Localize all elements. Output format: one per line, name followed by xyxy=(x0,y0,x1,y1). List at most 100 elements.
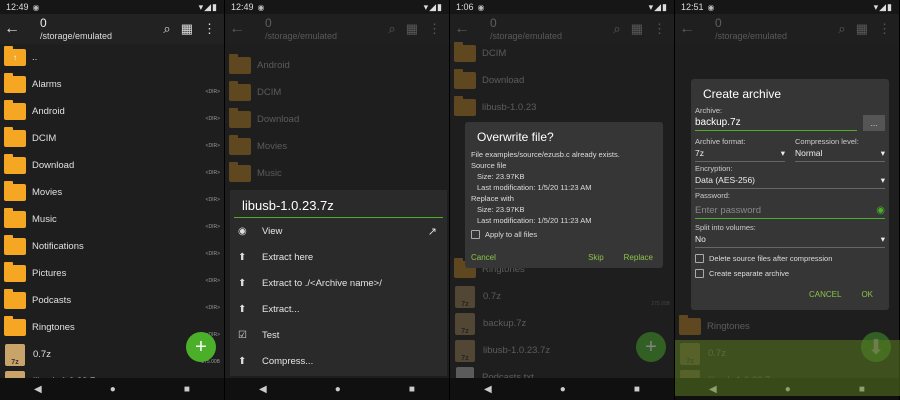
list-item[interactable]: Download xyxy=(225,106,449,133)
separate-archive-checkbox[interactable]: Create separate archive xyxy=(695,269,885,278)
list-item[interactable]: Movies <DIR> xyxy=(0,179,224,206)
nav-recents-icon[interactable]: ■ xyxy=(409,384,415,395)
back-arrow-icon[interactable]: ← xyxy=(454,20,476,38)
archive-name-input[interactable]: backup.7z xyxy=(695,115,857,131)
sheet-item-label: View xyxy=(262,225,283,237)
list-item[interactable]: Pictures <DIR> xyxy=(0,260,224,287)
file-list: ↑ .. Alarms <DIR> Android <DIR> DCIM <DIR> Dow… xyxy=(0,44,224,393)
search-icon[interactable]: ⌕ xyxy=(613,21,620,37)
encryption-select[interactable]: Data (AES-256) ▾ xyxy=(695,173,885,189)
split-label: Split into volumes: xyxy=(695,223,756,232)
cancel-button[interactable]: Cancel xyxy=(471,253,496,262)
more-vert-icon[interactable]: ⋮ xyxy=(653,21,666,37)
format-select[interactable]: 7z ▾ xyxy=(695,146,785,162)
apply-all-checkbox[interactable]: Apply to all files xyxy=(471,230,657,239)
split-select[interactable]: No ▾ xyxy=(695,232,885,248)
list-item-label: Movies xyxy=(257,141,288,152)
more-vert-icon[interactable]: ⋮ xyxy=(428,21,441,37)
list-item[interactable]: Music <DIR> xyxy=(0,206,224,233)
toolbar-actions: ⌕ ▦ ⋮ xyxy=(163,21,220,37)
sheet-item-extract-to-archive-name[interactable]: ⬆ Extract to ./<Archive name>/ xyxy=(230,270,447,296)
search-icon[interactable]: ⌕ xyxy=(388,21,395,37)
format-group: Archive format: 7z ▾ xyxy=(695,135,785,162)
ok-button[interactable]: OK xyxy=(861,290,873,299)
current-path[interactable]: /storage/emulated xyxy=(715,30,838,42)
compression-select[interactable]: Normal ▾ xyxy=(795,146,885,162)
add-fab-button[interactable]: + xyxy=(186,332,216,362)
cancel-button[interactable]: CANCEL xyxy=(809,290,841,299)
delete-after-checkbox[interactable]: Delete source files after compression xyxy=(695,254,885,263)
add-fab-button[interactable]: + xyxy=(636,332,666,362)
sheet-item-test[interactable]: ☑ Test xyxy=(230,322,447,348)
list-item[interactable]: Download xyxy=(450,67,674,94)
more-vert-icon[interactable]: ⋮ xyxy=(878,21,891,37)
dialog-title: Create archive xyxy=(703,87,782,101)
open-external-icon[interactable]: ↗ xyxy=(428,225,437,238)
list-item[interactable]: DCIM <DIR> xyxy=(0,125,224,152)
list-item[interactable]: Notifications <DIR> xyxy=(0,233,224,260)
list-item-label: Movies xyxy=(32,187,63,198)
replace-button[interactable]: Replace xyxy=(624,253,653,262)
sheet-item-compress[interactable]: ⬆ Compress... xyxy=(230,348,447,374)
archive-label: Archive: xyxy=(695,106,723,115)
eye-icon: ◉ xyxy=(238,225,247,237)
nav-home-icon[interactable]: ● xyxy=(335,384,341,395)
grid-view-icon[interactable]: ▦ xyxy=(856,21,868,37)
nav-recents-icon[interactable]: ■ xyxy=(184,384,190,395)
back-arrow-icon[interactable]: ← xyxy=(229,20,251,38)
toolbar-actions: ⌕ ▦ ⋮ xyxy=(388,21,445,37)
sheet-item-extract[interactable]: ⬆ Extract... xyxy=(230,296,447,322)
list-item[interactable]: DCIM xyxy=(450,40,674,67)
password-input[interactable]: Enter password xyxy=(695,205,876,216)
nav-home-icon[interactable]: ● xyxy=(560,384,566,395)
list-item[interactable]: Music xyxy=(225,160,449,187)
status-time: 12:49 xyxy=(6,2,29,12)
sheet-item-view[interactable]: ◉ View ↗ xyxy=(230,218,447,244)
dropdown-arrow-icon: ▾ xyxy=(880,234,885,244)
list-item-label: 0.7z xyxy=(33,349,51,360)
list-item[interactable]: Download <DIR> xyxy=(0,152,224,179)
checkbox-box[interactable] xyxy=(471,230,480,239)
toolbar: ← 0 /storage/emulated ⌕ ▦ ⋮ xyxy=(675,14,899,44)
list-item[interactable]: Podcasts <DIR> xyxy=(0,287,224,314)
list-item-label: 0.7z xyxy=(483,291,501,302)
checkbox-box[interactable] xyxy=(695,254,704,263)
password-label: Password: xyxy=(695,191,731,200)
browse-button[interactable]: ... xyxy=(863,115,885,131)
back-arrow-icon[interactable]: ← xyxy=(4,20,26,38)
current-path[interactable]: /storage/emulated xyxy=(265,30,388,42)
sheet-item-label: Compress... xyxy=(262,355,314,367)
list-item[interactable]: DCIM xyxy=(225,79,449,106)
nav-back-icon[interactable]: ◀ xyxy=(34,384,42,395)
current-path[interactable]: /storage/emulated xyxy=(40,30,163,42)
visibility-eye-icon[interactable]: ◉ xyxy=(876,205,885,216)
list-item[interactable]: Android <DIR> xyxy=(0,98,224,125)
nav-back-icon[interactable]: ◀ xyxy=(259,384,267,395)
list-item[interactable]: libusb-1.0.23 xyxy=(450,94,674,121)
nav-back-icon[interactable]: ◀ xyxy=(484,384,492,395)
more-vert-icon[interactable]: ⋮ xyxy=(203,21,216,37)
toolbar-title: 0 /storage/emulated xyxy=(476,16,613,42)
list-item[interactable]: 7z 0.7z 275.00B xyxy=(450,283,674,310)
checkbox-box[interactable] xyxy=(695,269,704,278)
grid-view-icon[interactable]: ▦ xyxy=(181,21,193,37)
list-item[interactable]: Android xyxy=(225,52,449,79)
list-item-parent[interactable]: ↑ .. xyxy=(0,44,224,71)
nav-recents-icon[interactable]: ■ xyxy=(634,384,640,395)
archive-file-icon: 7z xyxy=(455,312,475,335)
list-item-meta: <DIR> xyxy=(205,170,220,176)
source-size: Size: 23.97KB xyxy=(477,172,525,181)
list-item[interactable]: Movies xyxy=(225,133,449,160)
back-arrow-icon[interactable]: ← xyxy=(679,20,701,38)
grid-view-icon[interactable]: ▦ xyxy=(631,21,643,37)
search-icon[interactable]: ⌕ xyxy=(163,21,170,37)
skip-button[interactable]: Skip xyxy=(588,253,604,262)
dialog-actions: CANCEL OK xyxy=(695,290,885,299)
list-item[interactable]: Alarms <DIR> xyxy=(0,71,224,98)
grid-view-icon[interactable]: ▦ xyxy=(406,21,418,37)
status-time: 12:49 xyxy=(231,2,254,12)
list-item[interactable]: 7z backup.7z xyxy=(450,310,674,337)
search-icon[interactable]: ⌕ xyxy=(838,21,845,37)
sheet-item-extract-here[interactable]: ⬆ Extract here xyxy=(230,244,447,270)
nav-home-icon[interactable]: ● xyxy=(110,384,116,395)
